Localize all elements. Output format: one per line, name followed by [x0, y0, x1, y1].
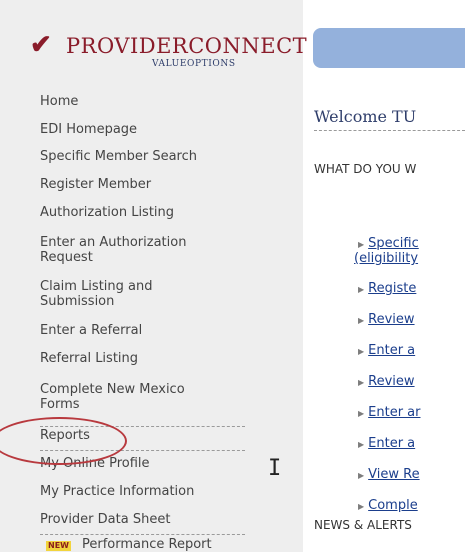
sidebar-item-register-member[interactable]: Register Member: [40, 177, 270, 192]
link-label: Enter ar: [368, 405, 421, 420]
arrow-right-icon: ▶: [358, 409, 365, 418]
checkmark-logo-icon: ✔: [30, 30, 52, 60]
link-specific-member-search[interactable]: ▶ Specific (eligibility: [354, 236, 419, 266]
sidebar-item-home[interactable]: Home: [40, 94, 270, 109]
news-alerts-heading: NEWS & ALERTS: [314, 518, 412, 532]
logo-name: PROVIDERCONNECT: [66, 34, 308, 58]
sidebar-item-specific-member-search[interactable]: Specific Member Search: [40, 149, 270, 164]
header-banner: [313, 28, 465, 68]
sidebar-item-enter-authorization-request[interactable]: Enter an Authorization Request: [40, 235, 220, 265]
sidebar-item-claim-listing-submission[interactable]: Claim Listing and Submission: [40, 279, 190, 309]
arrow-right-icon: ▶: [358, 471, 365, 480]
text-cursor-icon: I: [268, 456, 282, 481]
sidebar-item-edi-homepage[interactable]: EDI Homepage: [40, 122, 270, 137]
arrow-right-icon: ▶: [358, 240, 365, 249]
link-label: Specific: [368, 236, 419, 251]
link-enter-a-2[interactable]: ▶ Enter a: [358, 437, 415, 452]
link-label: Enter a: [368, 436, 416, 451]
sidebar-item-referral-listing[interactable]: Referral Listing: [40, 351, 270, 366]
sidebar-item-authorization-listing[interactable]: Authorization Listing: [40, 205, 270, 220]
divider: [40, 534, 245, 535]
sidebar-item-my-practice-information[interactable]: My Practice Information: [40, 484, 270, 499]
link-label: Registe: [368, 281, 417, 296]
link-label: Comple: [368, 498, 418, 513]
link-register[interactable]: ▶ Registe: [358, 282, 416, 297]
sidebar-item-new-mexico-forms[interactable]: Complete New Mexico Forms: [40, 382, 215, 412]
link-complete[interactable]: ▶ Comple: [358, 499, 418, 514]
providerconnect-logo[interactable]: ✔ PROVIDERCONNECT VALUEOPTIONS: [30, 28, 307, 70]
link-label-line2: (eligibility: [354, 251, 419, 266]
arrow-right-icon: ▶: [358, 316, 365, 325]
link-label: Review: [368, 374, 415, 389]
link-enter-an[interactable]: ▶ Enter ar: [358, 406, 421, 421]
arrow-right-icon: ▶: [358, 347, 365, 356]
question-text: WHAT DO YOU W: [314, 162, 417, 176]
arrow-right-icon: ▶: [358, 502, 365, 511]
sidebar-item-provider-data-sheet[interactable]: Provider Data Sheet: [40, 512, 270, 527]
link-enter-a[interactable]: ▶ Enter a: [358, 344, 415, 359]
link-view-reports[interactable]: ▶ View Re: [358, 468, 420, 483]
link-label: View Re: [368, 467, 420, 482]
link-label: Enter a: [368, 343, 416, 358]
arrow-right-icon: ▶: [358, 378, 365, 387]
link-label: Review: [368, 312, 415, 327]
sidebar: ✔ PROVIDERCONNECT VALUEOPTIONS Home EDI …: [0, 0, 307, 552]
welcome-heading: Welcome TU: [314, 107, 417, 126]
link-review[interactable]: ▶ Review: [358, 313, 415, 328]
sidebar-item-enter-referral[interactable]: Enter a Referral: [40, 323, 270, 338]
divider: [314, 130, 465, 131]
arrow-right-icon: ▶: [358, 285, 365, 294]
logo-subtitle: VALUEOPTIONS: [152, 59, 236, 69]
new-badge: NEW: [46, 541, 71, 551]
arrow-right-icon: ▶: [358, 440, 365, 449]
link-review-2[interactable]: ▶ Review: [358, 375, 415, 390]
sidebar-item-performance-report[interactable]: Performance Report: [82, 537, 212, 552]
